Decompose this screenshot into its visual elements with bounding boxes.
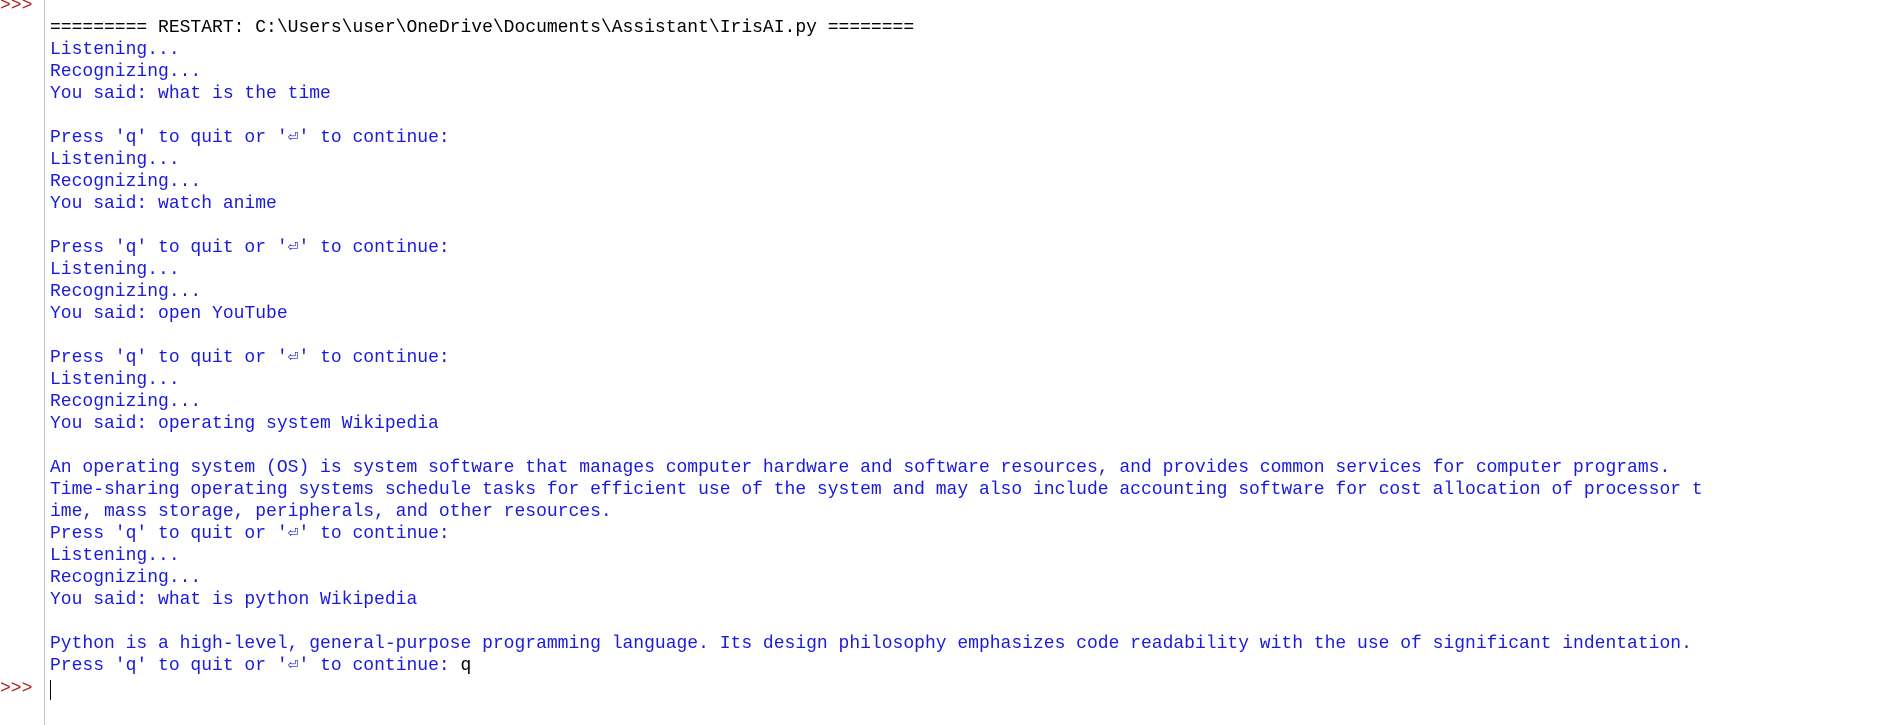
output-line: You said: open YouTube [50,303,1886,325]
output-line-text: Recognizing... [50,392,202,412]
output-line-text: Python is a high-level, general-purpose … [50,634,1692,654]
output-line-text: Listening... [50,370,180,390]
output-line: Listening... [50,369,1886,391]
shell-output[interactable]: ========= RESTART: C:\Users\user\OneDriv… [50,17,1886,677]
output-line: Listening... [50,259,1886,281]
output-line: You said: watch anime [50,193,1886,215]
output-line: ime, mass storage, peripherals, and othe… [50,501,1886,523]
output-line-text: Press 'q' to quit or '⏎' to continue: [50,128,461,148]
output-line: You said: what is python Wikipedia [50,589,1886,611]
output-line: Recognizing... [50,567,1886,589]
user-input-text: q [460,656,472,676]
output-line-text: ========= RESTART: C:\Users\user\OneDriv… [50,18,915,38]
output-line-text: Press 'q' to quit or '⏎' to continue: [50,524,461,544]
output-line-text: Listening... [50,40,180,60]
output-line: Recognizing... [50,391,1886,413]
output-line-text: Recognizing... [50,172,202,192]
output-line: Recognizing... [50,171,1886,193]
prompt-gutter: >>> >>> [0,0,45,725]
output-line-text: You said: watch anime [50,194,277,214]
output-line: Press 'q' to quit or '⏎' to continue: q [50,655,1886,677]
text-cursor [50,680,51,700]
output-line: Recognizing... [50,281,1886,303]
output-line-text: Listening... [50,546,180,566]
output-line-text: Listening... [50,260,180,280]
output-line: Press 'q' to quit or '⏎' to continue: [50,347,1886,369]
output-line-text: You said: what is python Wikipedia [50,590,418,610]
output-line-text: Time-sharing operating systems schedule … [50,480,1703,500]
output-line-text: Press 'q' to quit or '⏎' to continue: [50,238,461,258]
output-line: You said: operating system Wikipedia [50,413,1886,435]
output-line: Recognizing... [50,61,1886,83]
output-line-text: Recognizing... [50,282,202,302]
shell-prompt-bottom: >>> [0,679,33,699]
shell-prompt-top: >>> [0,0,33,16]
output-line-text: An operating system (OS) is system softw… [50,458,1671,478]
output-line-text: Press 'q' to quit or '⏎' to continue: [50,348,461,368]
output-line: An operating system (OS) is system softw… [50,457,1886,479]
output-line-text: You said: open YouTube [50,304,288,324]
output-line-text: Listening... [50,150,180,170]
restart-banner: ========= RESTART: C:\Users\user\OneDriv… [50,17,1886,39]
output-line: You said: what is the time [50,83,1886,105]
output-line-text: Recognizing... [50,568,202,588]
output-line: Listening... [50,545,1886,567]
output-line-text: You said: what is the time [50,84,331,104]
python-shell-window[interactable]: >>> >>> ========= RESTART: C:\Users\user… [0,0,1886,725]
output-line-text: Recognizing... [50,62,202,82]
output-line-text: Press 'q' to quit or '⏎' to continue: [50,656,461,676]
output-line-text: ime, mass storage, peripherals, and othe… [50,502,612,522]
output-line: Listening... [50,149,1886,171]
output-line: Listening... [50,39,1886,61]
output-line: Python is a high-level, general-purpose … [50,633,1886,655]
output-line: Time-sharing operating systems schedule … [50,479,1886,501]
output-line: Press 'q' to quit or '⏎' to continue: [50,237,1886,259]
output-line: Press 'q' to quit or '⏎' to continue: [50,523,1886,545]
output-line-text: You said: operating system Wikipedia [50,414,439,434]
output-line: Press 'q' to quit or '⏎' to continue: [50,127,1886,149]
